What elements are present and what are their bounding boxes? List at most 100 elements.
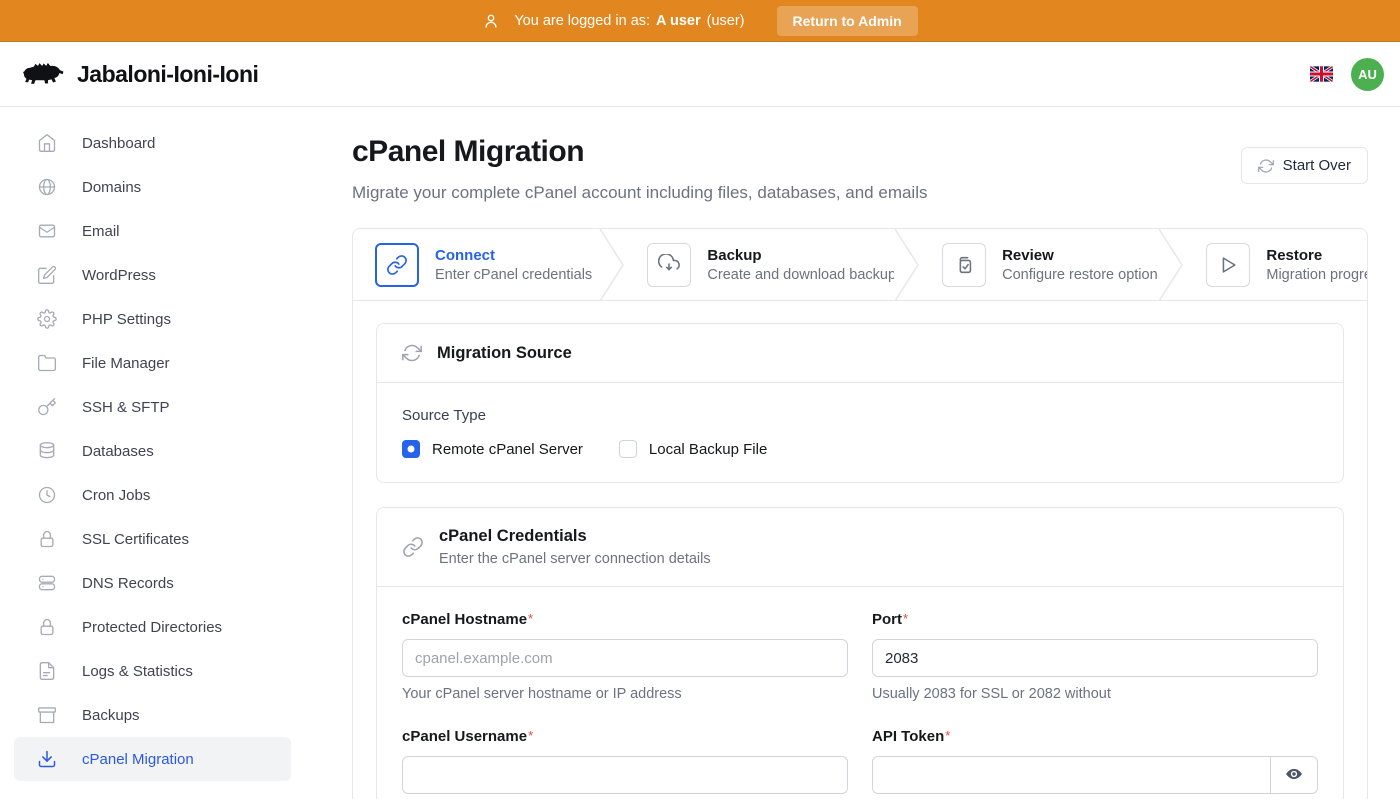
hostname-helper: Your cPanel server hostname or IP addres… [402, 686, 848, 702]
sidebar-item-label: Email [82, 223, 120, 240]
sidebar-item-label: SSL Certificates [82, 531, 189, 548]
sidebar-item-email[interactable]: Email [14, 209, 291, 253]
sidebar-item-label: Domains [82, 179, 141, 196]
api-token-input[interactable] [872, 756, 1271, 794]
start-over-button[interactable]: Start Over [1241, 147, 1368, 184]
database-icon [37, 441, 57, 461]
archive-icon [37, 705, 57, 725]
sidebar-item-php-settings[interactable]: PHP Settings [14, 297, 291, 341]
sidebar-item-file-manager[interactable]: File Manager [14, 341, 291, 385]
clipboard-check-icon [942, 243, 986, 287]
sidebar-item-label: SSH & SFTP [82, 399, 170, 416]
return-to-admin-button[interactable]: Return to Admin [777, 6, 918, 36]
credentials-title: cPanel Credentials [439, 527, 711, 546]
person-icon [482, 12, 500, 30]
sidebar-item-label: Logs & Statistics [82, 663, 193, 680]
hostname-input[interactable] [402, 639, 848, 677]
page-title: cPanel Migration [352, 135, 928, 169]
sidebar-item-dashboard[interactable]: Dashboard [14, 121, 291, 165]
sidebar-item-ssh-sftp[interactable]: SSH & SFTP [14, 385, 291, 429]
sidebar-item-backups[interactable]: Backups [14, 693, 291, 737]
lock-icon [37, 617, 57, 637]
sidebar-item-ssl-certificates[interactable]: SSL Certificates [14, 517, 291, 561]
logged-in-role: (user) [707, 13, 745, 29]
eye-icon [1285, 765, 1303, 786]
step-backup[interactable]: Backup Create and download backup [625, 229, 894, 300]
mail-icon [37, 221, 57, 241]
migration-source-card: Migration Source Source Type Remote cPan… [376, 323, 1344, 483]
server-icon [37, 573, 57, 593]
step-subtitle: Create and download backup [707, 267, 894, 283]
step-restore[interactable]: Restore Migration progress [1184, 229, 1367, 300]
api-token-label: API Token [872, 728, 944, 745]
cloud-download-icon [647, 243, 691, 287]
source-type-label: Source Type [402, 407, 1318, 424]
sidebar-item-label: Databases [82, 443, 154, 460]
app-header: Jabaloni-Ioni-Ioni AU [0, 42, 1400, 107]
chevron-separator [1158, 229, 1184, 301]
play-icon [1206, 243, 1250, 287]
user-avatar[interactable]: AU [1351, 58, 1384, 91]
sidebar-item-label: Dashboard [82, 135, 155, 152]
remote-server-checkbox[interactable] [402, 440, 420, 458]
sidebar-item-label: DNS Records [82, 575, 174, 592]
sidebar-item-protected-directories[interactable]: Protected Directories [14, 605, 291, 649]
link-icon [402, 536, 424, 558]
local-backup-checkbox[interactable] [619, 440, 637, 458]
chevron-separator [599, 229, 625, 301]
sidebar-item-label: Protected Directories [82, 619, 222, 636]
sidebar-item-cpanel-migration[interactable]: cPanel Migration [14, 737, 291, 781]
sidebar-item-cron-jobs[interactable]: Cron Jobs [14, 473, 291, 517]
sidebar-item-dns-records[interactable]: DNS Records [14, 561, 291, 605]
sidebar-item-wordpress[interactable]: WordPress [14, 253, 291, 297]
username-input[interactable] [402, 756, 848, 794]
home-icon [37, 133, 57, 153]
edit-icon [37, 265, 57, 285]
sidebar-item-domains[interactable]: Domains [14, 165, 291, 209]
step-connect[interactable]: Connect Enter cPanel credentials [353, 229, 599, 300]
page-subtitle: Migrate your complete cPanel account inc… [352, 183, 928, 203]
refresh-icon [402, 343, 422, 363]
lock-icon [37, 529, 57, 549]
required-asterisk: * [903, 611, 908, 626]
refresh-icon [1258, 158, 1274, 174]
sidebar-item-label: Backups [82, 707, 140, 724]
toggle-password-visibility-button[interactable] [1270, 756, 1318, 794]
main-content: cPanel Migration Migrate your complete c… [305, 107, 1400, 799]
boar-logo-icon [20, 56, 64, 93]
option-local-backup-file[interactable]: Local Backup File [619, 440, 767, 458]
brand[interactable]: Jabaloni-Ioni-Ioni [20, 56, 258, 93]
required-asterisk: * [528, 728, 533, 743]
port-field-group: Port* Usually 2083 for SSL or 2082 witho… [872, 611, 1318, 702]
step-title: Restore [1266, 247, 1367, 264]
logged-in-user: A user [656, 13, 701, 29]
credentials-subtitle: Enter the cPanel server connection detai… [439, 551, 711, 567]
sidebar-item-logs-statistics[interactable]: Logs & Statistics [14, 649, 291, 693]
brand-name: Jabaloni-Ioni-Ioni [77, 61, 258, 88]
option-label: Remote cPanel Server [432, 441, 583, 458]
logged-in-prefix: You are logged in as: [514, 13, 650, 29]
username-label: cPanel Username [402, 728, 527, 745]
sidebar-item-label: File Manager [82, 355, 170, 372]
sidebar-item-databases[interactable]: Databases [14, 429, 291, 473]
step-review[interactable]: Review Configure restore options [920, 229, 1158, 300]
option-remote-cpanel-server[interactable]: Remote cPanel Server [402, 440, 583, 458]
required-asterisk: * [945, 728, 950, 743]
download-icon [37, 749, 57, 769]
sidebar-item-label: Cron Jobs [82, 487, 150, 504]
hostname-field-group: cPanel Hostname* Your cPanel server host… [402, 611, 848, 702]
port-input[interactable] [872, 639, 1318, 677]
globe-icon [37, 177, 57, 197]
sidebar: Dashboard Domains Email WordPress PHP Se… [0, 107, 305, 799]
sidebar-item-label: WordPress [82, 267, 156, 284]
chevron-separator [894, 229, 920, 301]
step-subtitle: Enter cPanel credentials [435, 267, 592, 283]
gear-icon [37, 309, 57, 329]
step-subtitle: Configure restore options [1002, 267, 1158, 283]
step-title: Review [1002, 247, 1158, 264]
hostname-label: cPanel Hostname [402, 611, 527, 628]
admin-session-bar: You are logged in as: A user (user) Retu… [0, 0, 1400, 42]
migration-wizard-card: Connect Enter cPanel credentials Backup … [352, 228, 1368, 799]
step-title: Backup [707, 247, 894, 264]
uk-flag-icon[interactable] [1310, 66, 1333, 82]
